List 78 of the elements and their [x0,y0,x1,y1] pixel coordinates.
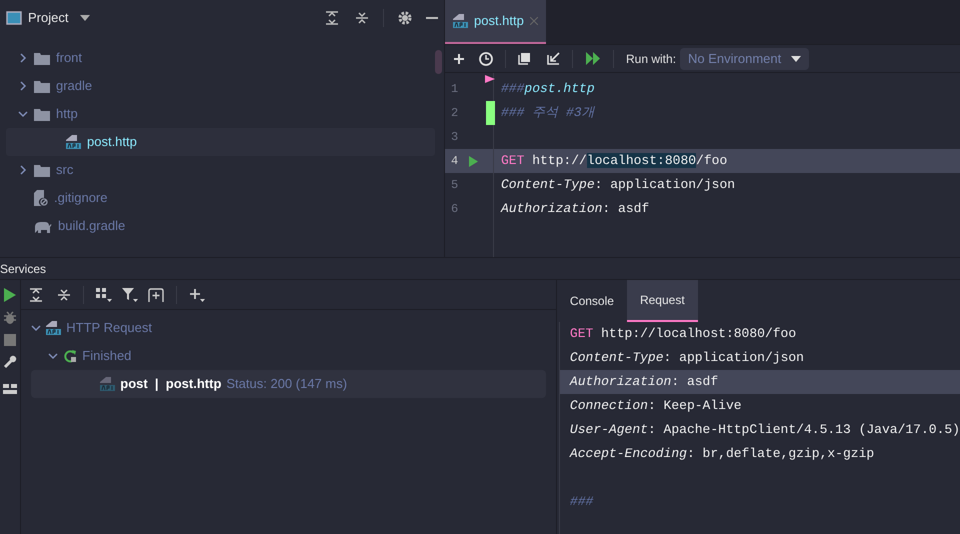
tree-item[interactable]: post | post.http Status: 200 (147 ms) [31,370,546,398]
group-by-icon[interactable] [96,288,112,302]
line-number: 2 [450,105,460,122]
tree-item[interactable]: Finished [31,342,546,370]
run-all-icon[interactable] [585,52,601,65]
ignored-file-icon [34,190,48,206]
chevron-down-icon[interactable] [48,351,58,361]
code-line: Authorization: asdf [570,373,718,392]
folder-icon [34,164,50,176]
tree-item[interactable]: front [6,44,435,72]
folder-icon [34,52,50,64]
run-icon[interactable] [4,288,16,302]
folder-icon [34,108,50,120]
run-icon[interactable] [469,156,478,166]
api-icon [46,321,62,335]
collapse-all-icon[interactable] [57,288,72,302]
line-number: 4 [450,153,460,170]
chevron-down-icon[interactable] [31,323,42,333]
add-icon[interactable] [453,52,465,64]
panel-tab[interactable]: Request [626,280,698,322]
bookmark-icon [485,75,495,83]
expand-all-icon[interactable] [29,288,44,302]
folder-icon [34,80,50,92]
line-number: 1 [450,81,460,98]
api-file-icon [66,135,81,149]
filter-icon[interactable] [122,288,138,302]
settings-icon[interactable] [398,11,412,25]
chevron-right-icon[interactable] [18,165,28,175]
code-line: Authorization: asdf [501,200,650,218]
run-with-label: Run with: [626,50,676,68]
collapse-all-icon[interactable] [355,11,369,25]
tree-item[interactable]: post.http [6,128,435,156]
chevron-right-icon[interactable] [18,53,28,63]
elephant-icon [34,220,52,232]
dropdown-icon[interactable] [80,15,90,21]
code-line: GET http://localhost:8080/foo [501,152,728,170]
tree-item[interactable]: gradle [6,72,435,100]
line-number: 3 [450,129,460,146]
bug-icon[interactable] [3,311,18,325]
code-line: User-Agent: Apache-HttpClient/4.5.13 (Java/17.0.5) [570,421,960,440]
copy-icon[interactable] [518,52,531,65]
add-icon[interactable] [189,288,206,302]
stop-icon[interactable] [4,334,16,346]
code-line: Accept-Encoding: br,deflate,gzip,x-gzip [570,445,874,464]
wrench-icon[interactable] [3,355,18,369]
panel-title: Services [0,260,46,278]
layout-icon[interactable] [3,384,18,394]
code-line: ### [570,493,594,512]
close-icon [530,17,538,25]
code-line: Connection: Keep-Alive [570,397,742,416]
tree-item[interactable]: build.gradle [6,212,435,240]
window-icon [6,11,22,25]
refresh-icon [63,349,78,363]
line-number: 6 [450,201,460,218]
code-line: GET http://localhost:8080/foo [570,325,796,344]
expand-all-icon[interactable] [325,11,339,25]
import-icon[interactable] [547,52,560,65]
api-icon [100,377,116,391]
tree-item[interactable]: HTTP Request [31,314,546,342]
panel-tab[interactable]: Console [556,280,627,322]
tree-item[interactable]: src [6,156,435,184]
chevron-down-icon[interactable] [18,109,28,119]
history-icon[interactable] [479,52,493,66]
code-line: ### 주석 #3개 [501,104,595,122]
chevron-right-icon[interactable] [18,81,28,91]
environment-dropdown[interactable]: No Environment [680,48,810,70]
api-file-icon [453,14,468,28]
scrollbar[interactable] [435,50,442,74]
file-tab[interactable]: post.http [445,0,546,44]
tree-item[interactable]: http [6,100,435,128]
dropdown-icon [791,56,802,62]
code-line: ###post.http [501,80,595,98]
line-number: 5 [450,177,460,194]
code-line: Content-Type: application/json [501,176,736,194]
panel-title: Project [28,9,68,28]
add-service-icon[interactable] [148,288,164,302]
code-line: Content-Type: application/json [570,349,804,368]
tree-item[interactable]: .gitignore [6,184,435,212]
